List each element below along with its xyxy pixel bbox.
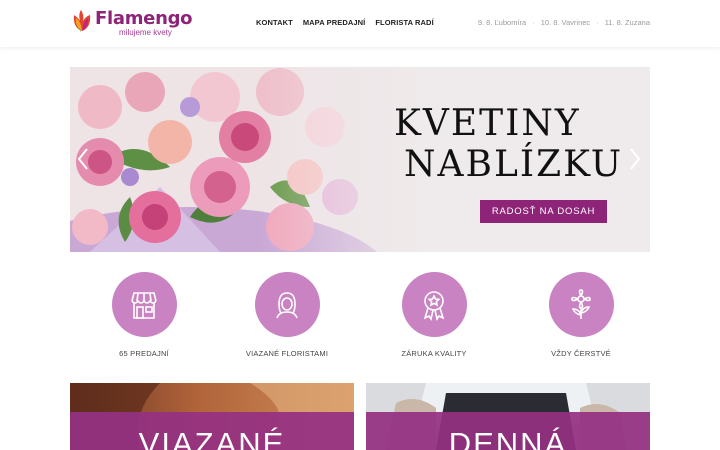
nav-item-kontakt[interactable]: KONTAKT xyxy=(256,18,293,27)
brand-name: Flamengo xyxy=(95,8,193,29)
nav-item-florista-radi[interactable]: FLORISTA RADÍ xyxy=(375,18,433,27)
hero-title-line1: KVETINY xyxy=(394,103,581,144)
florist-avatar-icon xyxy=(276,291,298,318)
separator-dot: · xyxy=(532,18,535,27)
nameday-item: 11. 8. Zuzana xyxy=(604,18,650,27)
hero-title: KVETINY NABLÍZKU xyxy=(394,103,623,185)
card-title: VIAZANÉ xyxy=(138,426,286,450)
card-title: DENNÁ xyxy=(448,426,568,450)
main-nav: KONTAKT MAPA PREDAJNÍ FLORISTA RADÍ xyxy=(256,18,434,27)
nameday-item: 9. 8. Ľubomíra xyxy=(477,18,527,27)
flower-icon xyxy=(571,288,591,319)
features-row: 65 PREDAJNÍ VIAZANÉ FLORISTAMI ZÁRUKA KV… xyxy=(70,272,650,362)
feature-florists: VIAZANÉ FLORISTAMI xyxy=(213,272,361,358)
hero-slider: KVETINY NABLÍZKU RADOSŤ NA DOSAH xyxy=(70,67,650,252)
promo-card-denna[interactable]: DENNÁ xyxy=(366,383,650,450)
quality-award-icon xyxy=(423,290,445,321)
feature-stores: 65 PREDAJNÍ xyxy=(70,272,218,358)
feature-quality: ZÁRUKA KVALITY xyxy=(360,272,508,358)
feature-circle xyxy=(254,272,320,337)
feature-label: 65 PREDAJNÍ xyxy=(119,349,169,358)
hero-cta-button[interactable]: RADOSŤ NA DOSAH xyxy=(480,200,607,223)
feature-circle xyxy=(548,272,614,337)
tulip-logo-icon xyxy=(73,10,91,32)
separator-dot: · xyxy=(596,18,599,27)
brand-logo[interactable]: Flamengo milujeme kvety xyxy=(72,8,193,37)
feature-label: VIAZANÉ FLORISTAMI xyxy=(245,349,329,358)
brand-tagline: milujeme kvety xyxy=(119,28,172,37)
feature-label: VŽDY ČERSTVÉ xyxy=(551,349,611,358)
chevron-left-icon[interactable] xyxy=(76,147,90,171)
hero-title-line2: NABLÍZKU xyxy=(404,144,624,185)
feature-circle xyxy=(111,272,177,337)
promo-card-viazane[interactable]: VIAZANÉ xyxy=(70,383,354,450)
feature-fresh: VŽDY ČERSTVÉ xyxy=(507,272,655,358)
site-header: Flamengo milujeme kvety KONTAKT MAPA PRE… xyxy=(0,0,720,47)
storefront-icon xyxy=(131,291,157,319)
feature-circle xyxy=(401,272,467,337)
nameday-item: 10. 8. Vavrinec xyxy=(540,18,591,27)
feature-label: ZÁRUKA KVALITY xyxy=(401,349,467,358)
chevron-right-icon[interactable] xyxy=(628,147,642,171)
nameday-list: 9. 8. Ľubomíra · 10. 8. Vavrinec · 11. 8… xyxy=(478,18,650,27)
nav-item-mapa-predajni[interactable]: MAPA PREDAJNÍ xyxy=(303,18,366,27)
